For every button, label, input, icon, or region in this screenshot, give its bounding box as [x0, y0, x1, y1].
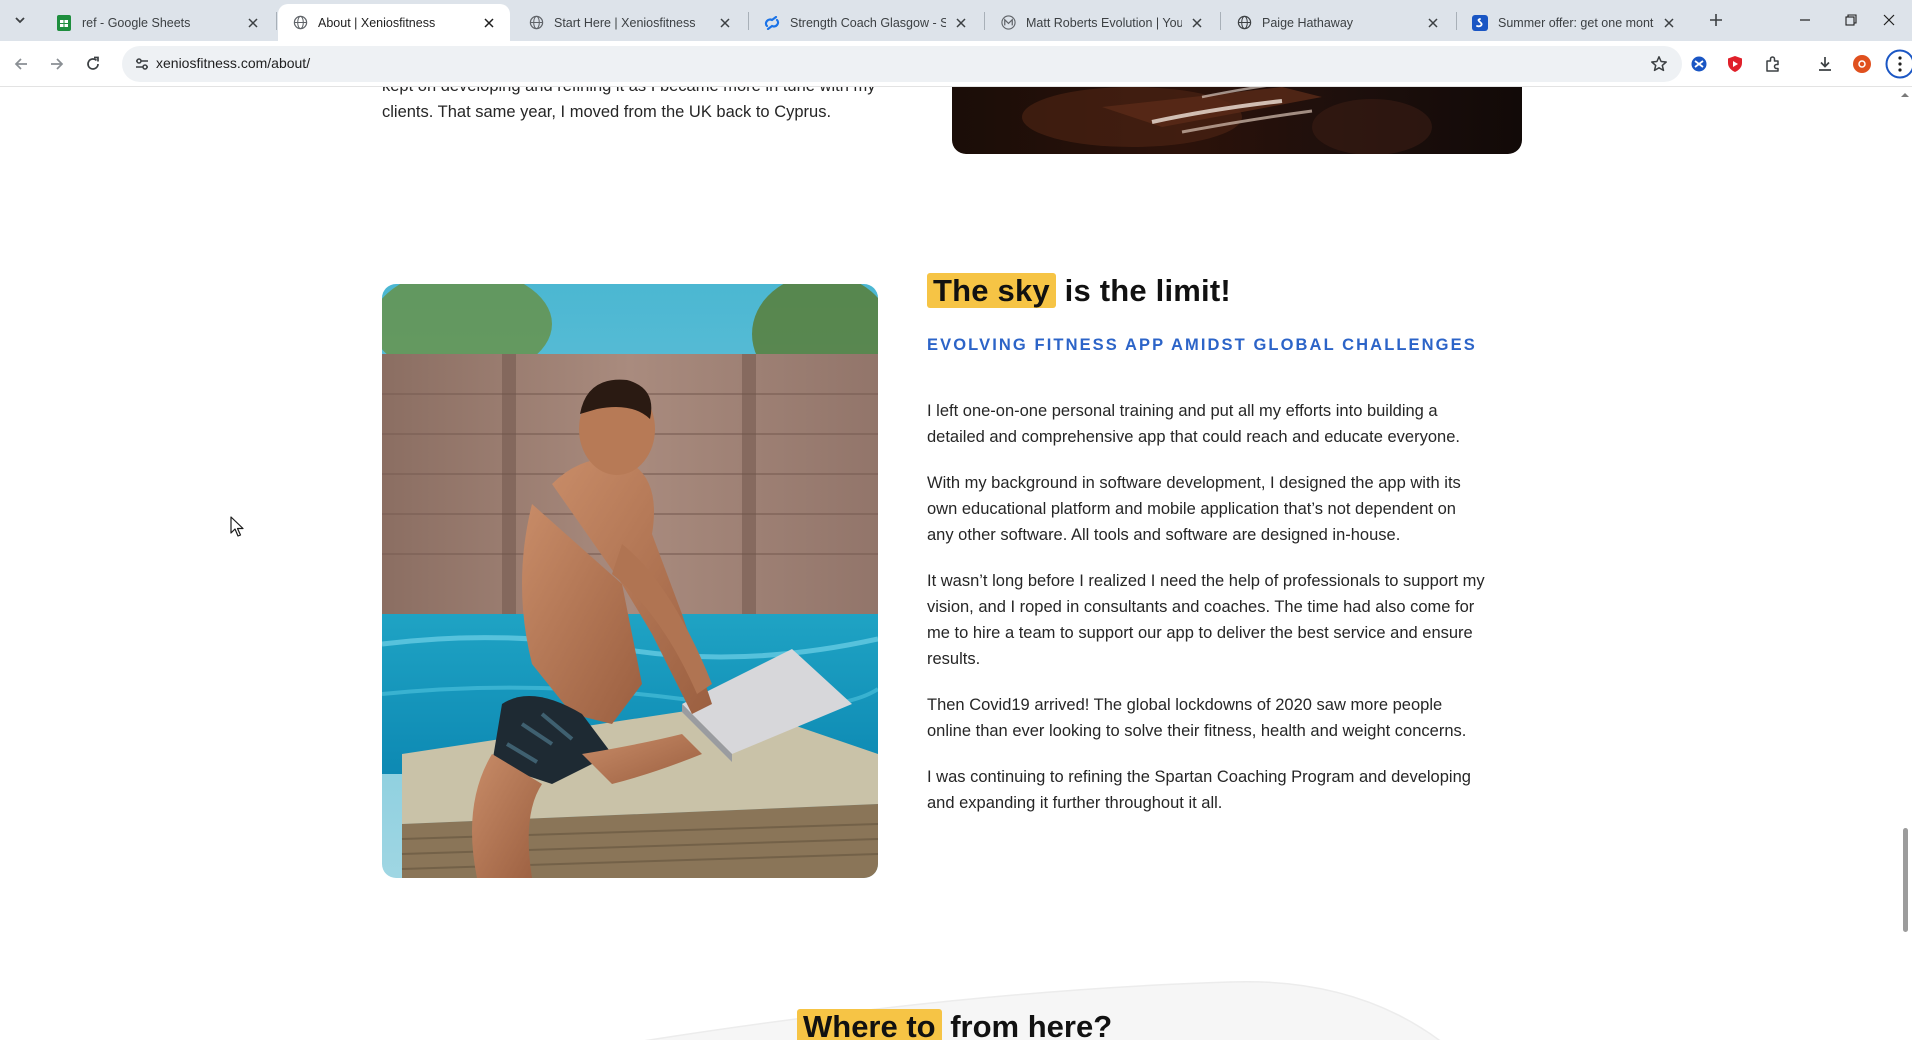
globe-icon — [1236, 15, 1252, 31]
tab-paige-hathaway[interactable]: Paige Hathaway — [1222, 4, 1454, 41]
close-icon[interactable] — [1188, 14, 1206, 32]
web-page: kept on developing and refining it as I … — [0, 87, 1912, 1040]
tab-separator — [984, 12, 985, 30]
tab-title: Start Here | Xeniosfitness — [554, 15, 696, 30]
close-icon — [1883, 14, 1895, 26]
squarespace-icon — [764, 15, 780, 31]
close-icon[interactable] — [716, 14, 734, 32]
puzzle-extensions-icon[interactable] — [1760, 51, 1786, 77]
bookmark-star-icon[interactable] — [1648, 53, 1670, 75]
minimize-button[interactable] — [1782, 0, 1828, 40]
section-heading: The sky is the limit! — [927, 273, 1231, 309]
address-bar[interactable]: xeniosfitness.com/about/ — [122, 46, 1682, 82]
close-window-button[interactable] — [1866, 0, 1912, 40]
restore-icon — [1845, 14, 1857, 26]
minimize-icon — [1800, 19, 1810, 21]
tab-title: Summer offer: get one month f — [1498, 15, 1654, 30]
chevron-down-icon — [15, 17, 25, 24]
reload-button[interactable] — [78, 49, 108, 79]
close-icon[interactable] — [1660, 14, 1678, 32]
forward-button[interactable] — [42, 49, 72, 79]
close-icon[interactable] — [1424, 14, 1442, 32]
download-icon[interactable] — [1812, 51, 1838, 77]
heading-highlight: The sky — [927, 273, 1056, 308]
tab-separator — [276, 12, 277, 30]
man-with-laptop-photo — [382, 284, 878, 878]
tab-separator — [748, 12, 749, 30]
tab-matt-roberts[interactable]: Matt Roberts Evolution | Young — [986, 4, 1218, 41]
tab-strength-coach[interactable]: Strength Coach Glasgow - Simp — [750, 4, 982, 41]
tab-google-sheets[interactable]: ref - Google Sheets — [42, 4, 274, 41]
heading-rest: is the limit! — [1055, 273, 1231, 308]
more-vert-icon — [1885, 49, 1912, 79]
scroll-up-arrow-icon[interactable] — [1900, 90, 1910, 100]
site-info-icon[interactable] — [132, 54, 152, 74]
close-icon[interactable] — [952, 14, 970, 32]
new-tab-button[interactable] — [1704, 8, 1728, 32]
tab-title: Matt Roberts Evolution | Young — [1026, 15, 1182, 30]
m-logo-icon — [1000, 15, 1016, 31]
section-subheading: EVOLVING FITNESS APP AMIDST GLOBAL CHALL… — [927, 336, 1477, 354]
close-icon[interactable] — [244, 14, 262, 32]
globe-icon — [528, 15, 544, 31]
body-paragraph: I left one-on-one personal training and … — [927, 402, 1460, 446]
heading-highlight: Where to — [797, 1009, 942, 1040]
heading-rest: from here? — [941, 1009, 1113, 1040]
body-paragraph: It wasn’t long before I realized I need … — [927, 572, 1485, 668]
browser-toolbar: xeniosfitness.com/about/ — [0, 41, 1912, 87]
top-photo — [952, 87, 1522, 154]
tab-separator — [1456, 12, 1457, 30]
scrollbar-thumb[interactable] — [1903, 828, 1908, 932]
tab-strip: ref - Google Sheets About | Xeniosfitnes… — [0, 0, 1912, 41]
shopify-icon — [1472, 14, 1488, 31]
body-paragraph: With my background in software developme… — [927, 474, 1461, 544]
next-section-heading: Where to from here? — [797, 1009, 1112, 1040]
reload-icon — [87, 56, 99, 70]
google-sheets-icon — [56, 14, 72, 31]
section-body: I left one-on-one personal training and … — [927, 398, 1487, 836]
back-button[interactable] — [6, 49, 36, 79]
profile-avatar-icon[interactable] — [1849, 51, 1875, 77]
tab-title: Strength Coach Glasgow - Simp — [790, 15, 946, 30]
body-paragraph: Then Covid19 arrived! The global lockdow… — [927, 696, 1467, 740]
mouse-cursor-icon — [230, 516, 244, 537]
intro-paragraph-tail: kept on developing and refining it as I … — [382, 87, 875, 121]
plus-icon — [1710, 14, 1722, 26]
extension-icon[interactable] — [1686, 51, 1712, 77]
shield-extension-icon[interactable] — [1722, 51, 1748, 77]
tab-title: Paige Hathaway — [1262, 15, 1354, 30]
tab-about-xeniosfitness[interactable]: About | Xeniosfitness — [278, 4, 510, 41]
tab-title: About | Xeniosfitness — [318, 15, 436, 30]
globe-icon — [292, 15, 308, 31]
arrow-left-icon — [14, 58, 27, 70]
tab-separator — [1220, 12, 1221, 30]
tab-search-button[interactable] — [8, 8, 32, 32]
tab-start-here[interactable]: Start Here | Xeniosfitness — [514, 4, 746, 41]
arrow-right-icon — [51, 58, 64, 70]
menu-button[interactable] — [1884, 48, 1912, 80]
url-text: xeniosfitness.com/about/ — [156, 55, 311, 71]
tab-title: ref - Google Sheets — [82, 15, 191, 30]
tab-summer-offer[interactable]: Summer offer: get one month f — [1458, 4, 1690, 41]
close-icon[interactable] — [480, 14, 498, 32]
body-paragraph: I was continuing to refining the Spartan… — [927, 768, 1471, 812]
